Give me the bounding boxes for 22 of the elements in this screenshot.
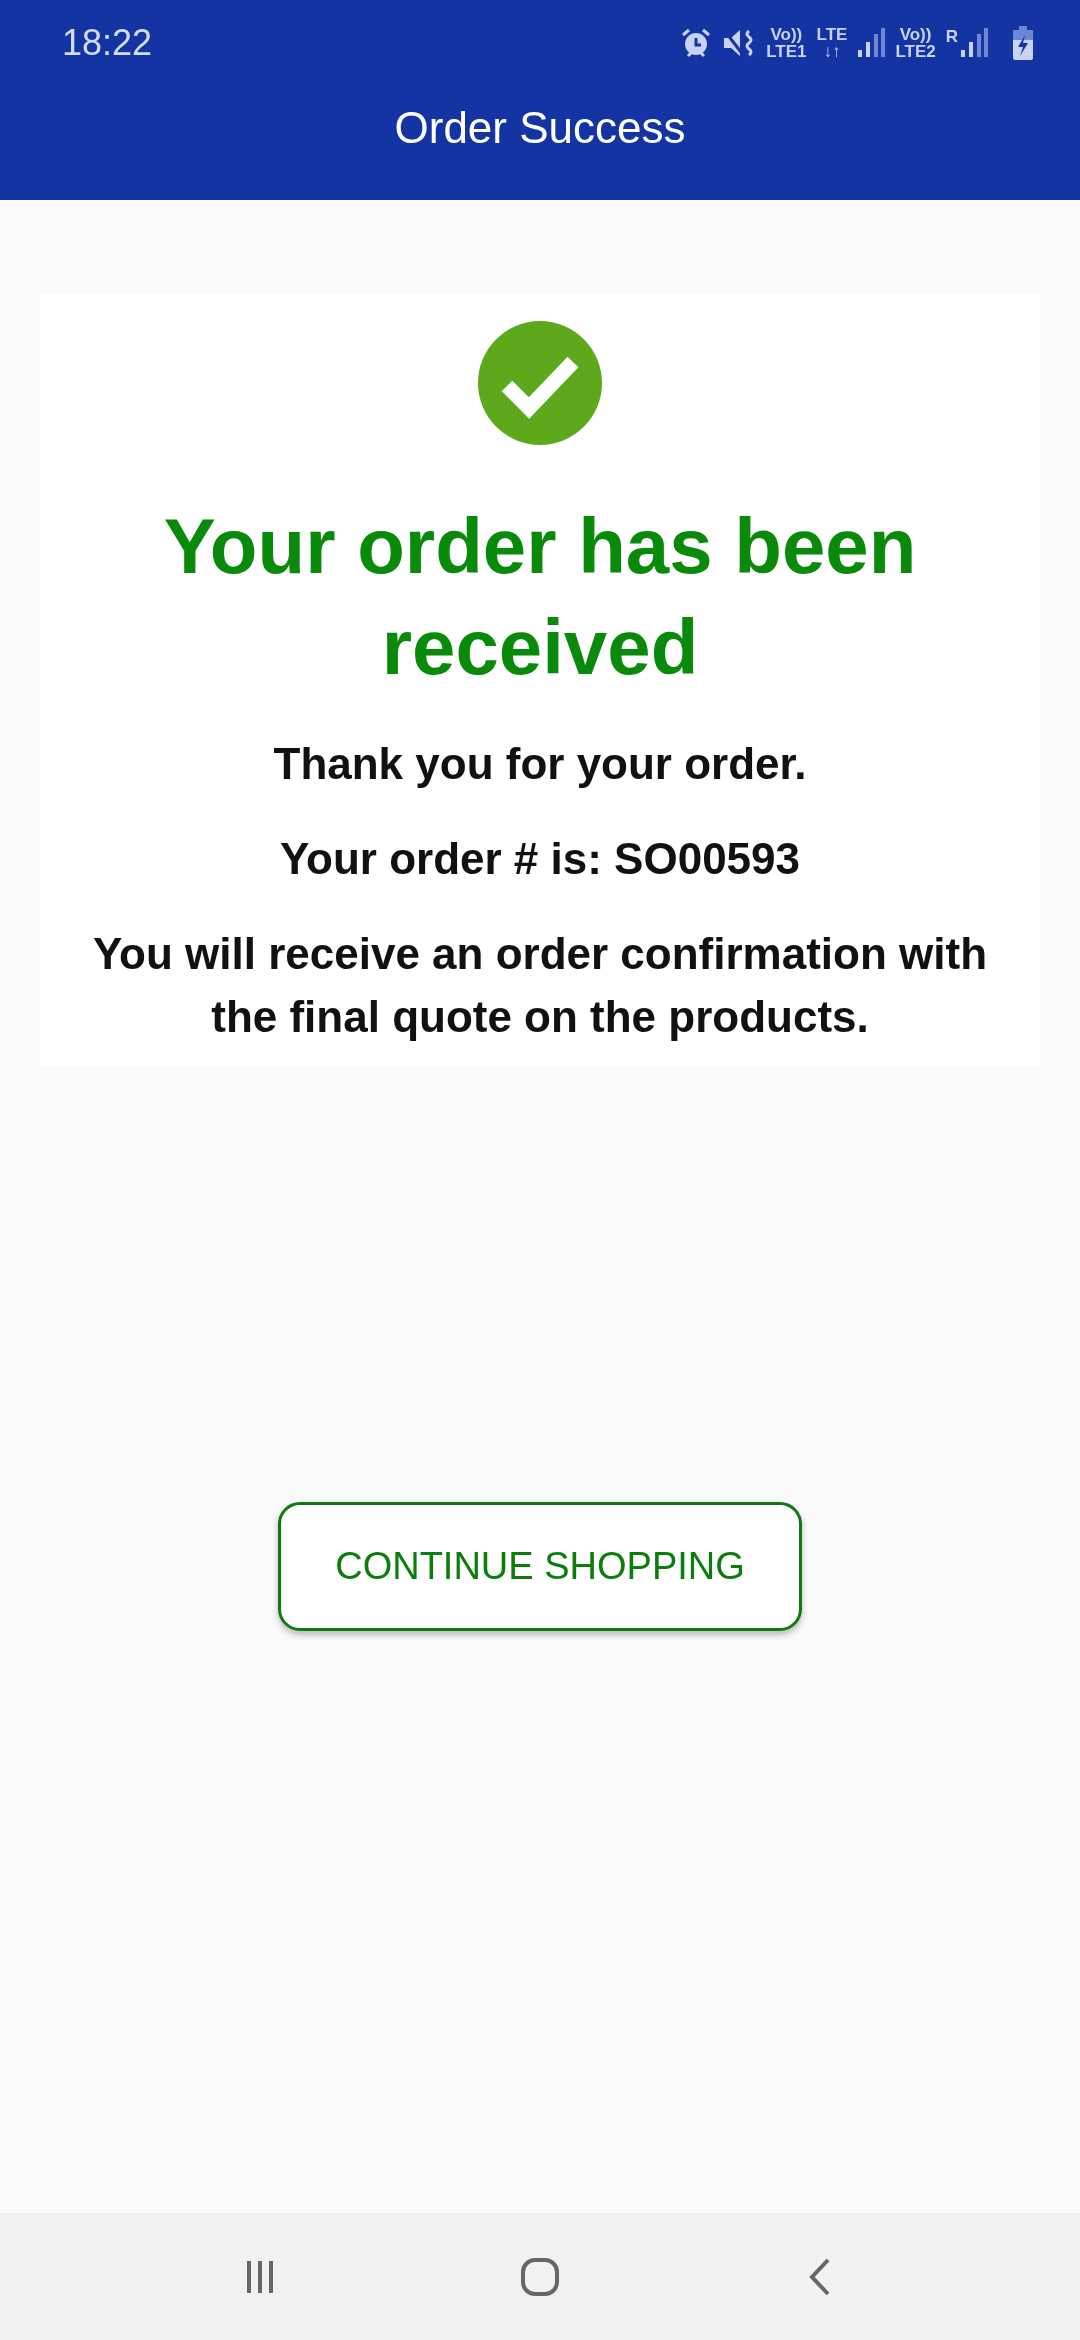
message-text: Thank you for your order. [273, 738, 807, 790]
back-icon[interactable] [808, 2256, 832, 2297]
check-circle-icon [477, 320, 603, 446]
alarm-clock-icon [680, 27, 713, 59]
signal-icon [857, 28, 886, 58]
status-time: 18:22 [62, 22, 153, 64]
roaming-label: R [945, 28, 958, 45]
network-label: Vo)) [899, 26, 932, 43]
continue-shopping-button[interactable]: CONTINUE SHOPPING [278, 1502, 802, 1631]
battery-charging-icon [1012, 26, 1034, 60]
message-text: Your order # is: SO00593 [279, 833, 801, 885]
message-text: You will receive an order confirmation with the final quote on the products. [92, 928, 988, 1043]
home-icon[interactable] [520, 2256, 560, 2297]
network-label: LTE1 [766, 43, 807, 60]
network-label: ↓↑ [823, 43, 841, 60]
network-label: Vo)) [770, 26, 803, 43]
network-label: LTE [816, 26, 848, 43]
network-label: LTE2 [895, 43, 936, 60]
recent-apps-icon[interactable] [245, 2258, 275, 2295]
success-heading: Your order has been received [162, 501, 918, 693]
screen-title: Order Success [394, 103, 686, 153]
signal-icon [960, 28, 988, 58]
